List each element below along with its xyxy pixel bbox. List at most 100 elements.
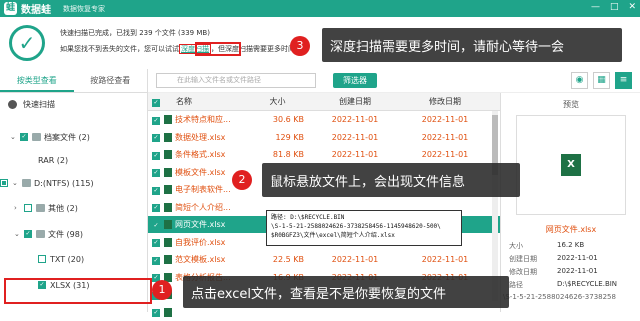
callout-2: 鼠标悬放文件上，会出现文件信息 xyxy=(262,163,520,197)
scan-result-text: 快速扫描已完成，已找到 239 个文件 (339 MB) xyxy=(60,29,210,37)
file-size: 22.5 KB xyxy=(272,255,304,264)
checkbox[interactable]: ✓ xyxy=(152,256,160,265)
file-name-text: 模板文件.xlsx xyxy=(175,167,226,177)
tooltip-line: $R0BGFZ3\文件\excel\简短个人介绍.xlsx xyxy=(271,232,395,239)
table-row[interactable]: ✓ 范文模板.xlsx 22.5 KB 2022-11-01 2022-11-01 xyxy=(148,251,500,268)
checkbox[interactable]: ✓ xyxy=(24,230,32,238)
excel-icon xyxy=(164,307,172,317)
file-name: 条件格式.xlsx xyxy=(160,149,245,160)
file-name xyxy=(160,307,245,317)
tree-item-quick-scan[interactable]: 快速扫描 xyxy=(8,93,55,115)
maximize-button[interactable]: □ xyxy=(610,2,619,12)
tree-item-label: RAR (2) xyxy=(38,155,69,165)
checkbox[interactable]: ✓ xyxy=(152,169,160,177)
tree-item-drive-d[interactable]: ⌄ D:(NTFS) (115) xyxy=(0,172,94,194)
checkbox[interactable]: ✓ xyxy=(152,151,160,160)
row-checkbox[interactable]: ✓ xyxy=(148,132,160,142)
callout-1: 点击excel文件，查看是不是你要恢复的文件 xyxy=(183,276,509,308)
table-row[interactable]: ✓ 条件格式.xlsx 81.8 KB 2022-11-01 2022-11-01 xyxy=(148,146,500,163)
tree-item-txt[interactable]: TXT (20) xyxy=(38,248,84,270)
excel-icon xyxy=(164,237,172,247)
checkbox[interactable] xyxy=(24,204,32,212)
column-created[interactable]: 创建日期 xyxy=(310,96,400,107)
tree-item-label: 文件 (98) xyxy=(48,229,83,239)
tab-by-path[interactable]: 按路径查看 xyxy=(74,69,148,92)
chevron-down-icon[interactable]: ⌄ xyxy=(14,230,20,238)
row-checkbox[interactable]: ✓ xyxy=(148,255,160,265)
row-checkbox[interactable]: ✓ xyxy=(148,115,160,125)
chevron-right-icon[interactable]: › xyxy=(14,204,20,212)
file-size: 30.6 KB xyxy=(272,115,304,124)
file-name-text: 简短个人介绍... xyxy=(175,202,231,212)
row-checkbox[interactable]: ✓ xyxy=(148,307,160,317)
excel-icon xyxy=(164,255,172,264)
folder-icon xyxy=(36,204,45,212)
scan-hint-text: 如果您找不到丢失的文件，您可以试试 深度扫描 ，但深度扫描需要更多时间。 xyxy=(60,44,302,54)
grid-view-icon[interactable]: ▦ xyxy=(593,72,610,89)
tab-by-type[interactable]: 按类型查看 xyxy=(0,69,74,92)
view-tabs: 按类型查看 按路径查看 xyxy=(0,69,147,93)
table-row[interactable]: ✓ 数据处理.xlsx 129 KB 2022-11-01 2022-11-01 xyxy=(148,129,500,146)
app-name: 数据蛙 xyxy=(21,5,51,16)
checkbox[interactable]: ✓ xyxy=(152,221,160,230)
file-modified: 2022-11-01 xyxy=(421,150,469,159)
tree-item-rar[interactable]: RAR (2) xyxy=(38,149,68,171)
step-1-badge: 1 xyxy=(152,280,172,300)
eye-icon[interactable]: ◉ xyxy=(571,72,588,89)
file-info-tooltip: 路径: D:\$RECYCLE.BIN \S-1-5-21-2588024626… xyxy=(266,210,462,246)
checkbox[interactable] xyxy=(38,255,46,263)
preview-info-created: 创建日期 2022-11-01 xyxy=(509,254,598,263)
folder-icon xyxy=(36,230,45,238)
checkbox[interactable]: ✓ xyxy=(152,186,160,195)
row-checkbox[interactable]: ✓ xyxy=(148,220,160,230)
excel-icon xyxy=(164,220,172,229)
file-name: 数据处理.xlsx xyxy=(160,132,245,143)
excel-icon xyxy=(164,167,172,177)
folder-icon xyxy=(32,133,41,141)
list-view-icon[interactable]: ≡ xyxy=(615,72,632,89)
select-all-checkbox[interactable]: ✓ xyxy=(148,97,160,107)
checkbox[interactable]: ✓ xyxy=(152,239,160,247)
chevron-down-icon[interactable]: ⌄ xyxy=(10,133,16,141)
close-button[interactable]: ✕ xyxy=(628,2,636,12)
tree-item-files[interactable]: ⌄ ✓ 文件 (98) xyxy=(14,223,83,245)
scan-hint-pre: 如果您找不到丢失的文件，您可以试试 xyxy=(60,45,179,53)
chevron-down-icon[interactable]: ⌄ xyxy=(12,179,18,187)
search-input[interactable]: 在此输入文件名或文件路径 xyxy=(156,73,316,88)
row-checkbox[interactable]: ✓ xyxy=(148,150,160,160)
tooltip-line: 路径: D:\$RECYCLE.BIN xyxy=(271,214,345,221)
filter-button[interactable]: 筛选器 xyxy=(333,73,377,88)
column-modified[interactable]: 修改日期 xyxy=(400,96,490,107)
excel-file-icon: X xyxy=(561,154,581,176)
checkbox[interactable]: ✓ xyxy=(152,116,160,125)
checkbox[interactable]: ✓ xyxy=(152,309,160,317)
app-subtitle: 数据恢复专家 xyxy=(63,4,105,13)
row-checkbox[interactable]: ✓ xyxy=(148,167,160,177)
table-row[interactable]: ✓ 技术特点和应... 30.6 KB 2022-11-01 2022-11-01 xyxy=(148,111,500,128)
excel-icon xyxy=(164,132,172,142)
checkbox[interactable] xyxy=(0,179,8,187)
checkbox[interactable]: ✓ xyxy=(20,133,28,141)
file-modified: 2022-11-01 xyxy=(421,255,469,264)
checkbox[interactable]: ✓ xyxy=(152,134,160,142)
column-name[interactable]: 名称 xyxy=(160,96,245,107)
file-name: 网页文件.xlsx xyxy=(160,219,245,230)
row-checkbox[interactable]: ✓ xyxy=(148,185,160,195)
checkbox[interactable]: ✓ xyxy=(152,204,160,212)
row-checkbox[interactable]: ✓ xyxy=(148,202,160,212)
tree-item-label: D:(NTFS) (115) xyxy=(34,178,94,188)
file-name: 自我评价.xlsx xyxy=(160,237,245,248)
file-name-text: 网页文件.xlsx xyxy=(175,220,226,229)
minimize-button[interactable]: — xyxy=(591,2,600,12)
excel-icon xyxy=(164,185,172,194)
column-size[interactable]: 大小 xyxy=(245,96,310,107)
tree-item-archive[interactable]: ⌄ ✓ 档案文件 (2) xyxy=(10,126,90,148)
table-header: ✓ 名称 大小 创建日期 修改日期 xyxy=(148,93,500,111)
preview-info-modified: 修改日期 2022-11-01 xyxy=(509,267,598,276)
preview-panel: 预览 X 网页文件.xlsx 大小 16.2 KB 创建日期 2022-11-01 … xyxy=(500,93,640,312)
scrollbar[interactable] xyxy=(492,111,498,301)
row-checkbox[interactable]: ✓ xyxy=(148,237,160,247)
file-created: 2022-11-01 xyxy=(331,255,379,264)
file-name: 技术特点和应... xyxy=(160,114,245,125)
tree-item-other[interactable]: › 其他 (2) xyxy=(14,197,78,219)
